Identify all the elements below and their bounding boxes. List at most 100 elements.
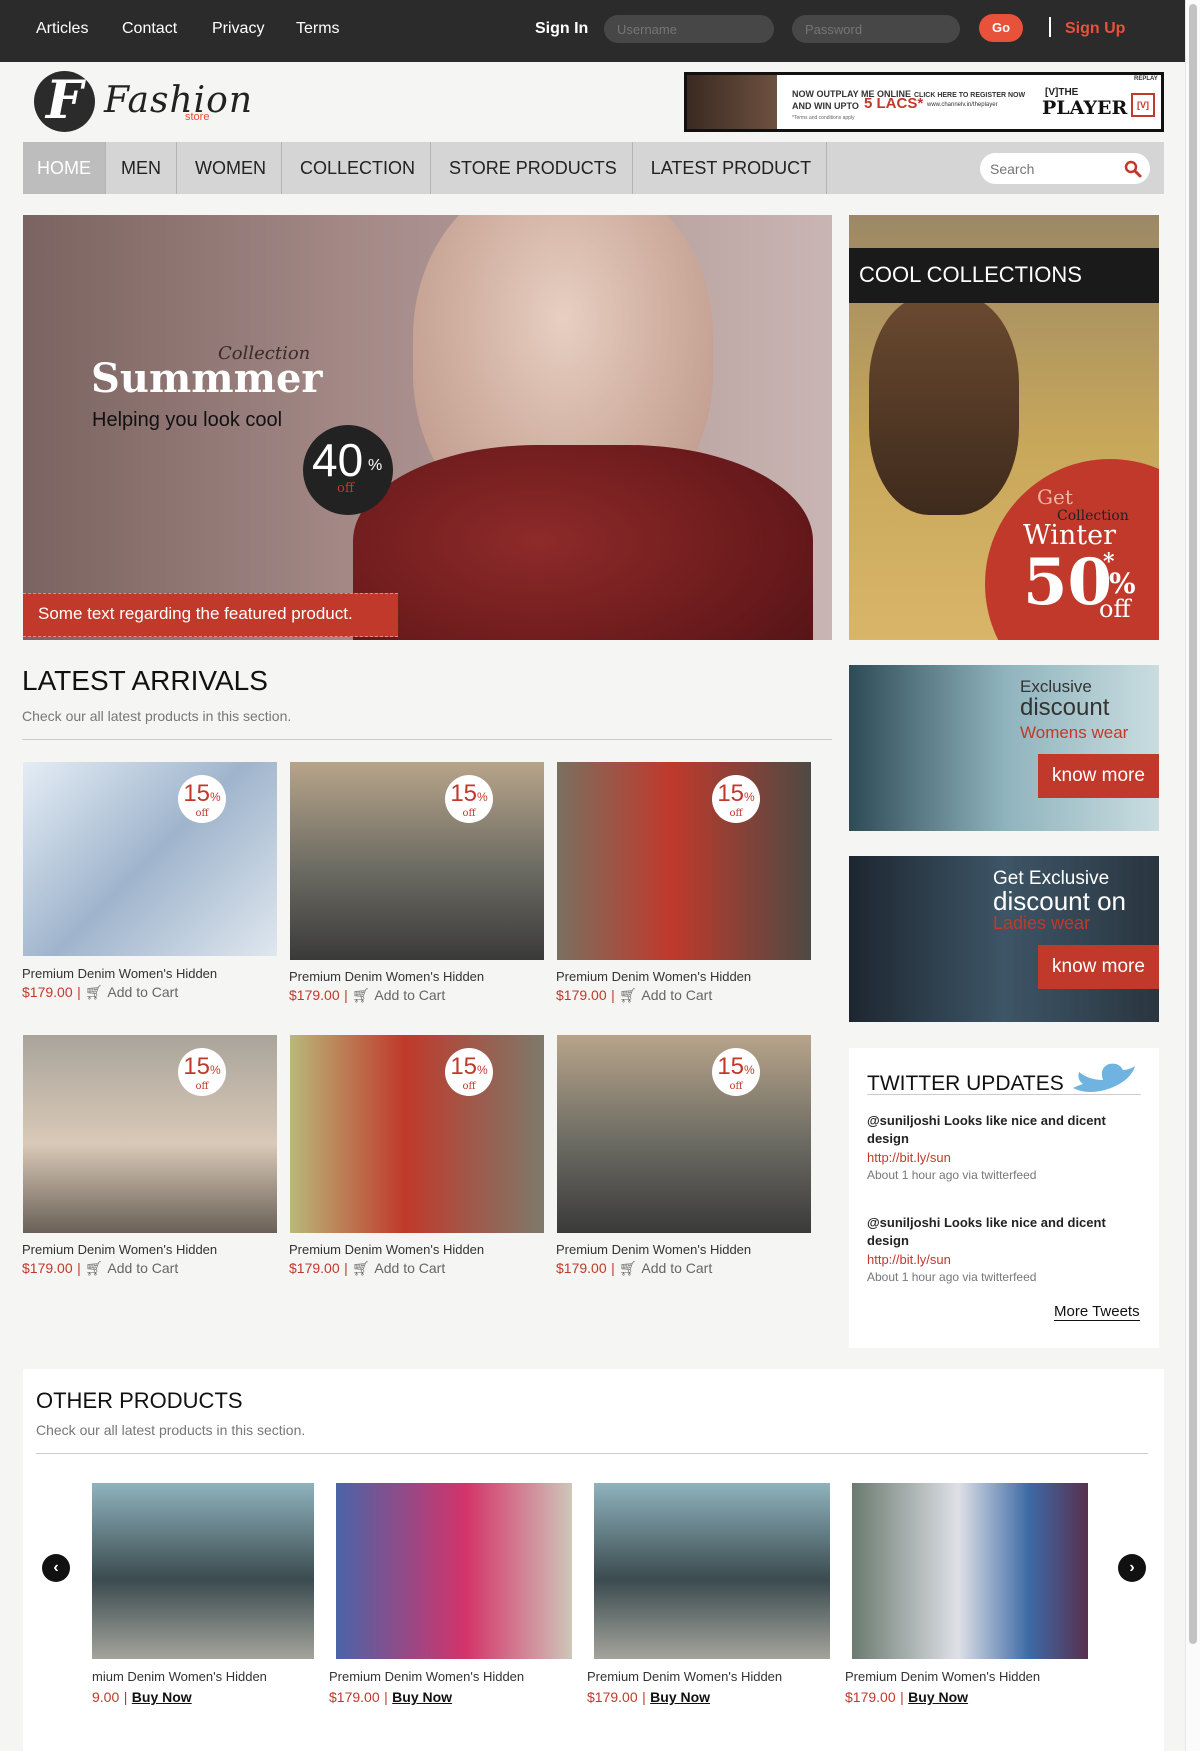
separator: | <box>344 987 348 1003</box>
product-name[interactable]: Premium Denim Women's Hidden <box>22 1242 217 1257</box>
know-more-button[interactable]: know more <box>1038 754 1159 798</box>
ad-banner[interactable]: NOW OUTPLAY ME ONLINE AND WIN UPTO 5 LAC… <box>684 72 1164 132</box>
carousel-next-button[interactable]: › <box>1118 1554 1146 1582</box>
product-name[interactable]: Premium Denim Women's Hidden <box>587 1669 782 1684</box>
buy-now-button[interactable]: Buy Now <box>132 1689 192 1705</box>
password-input[interactable] <box>792 15 960 43</box>
product-price: $179.00 <box>289 987 340 1003</box>
nav-link-contact[interactable]: Contact <box>122 20 177 38</box>
product-name[interactable]: Premium Denim Women's Hidden <box>22 966 217 981</box>
tweet-link[interactable]: http://bit.ly/sun <box>867 1150 951 1165</box>
add-to-cart-button[interactable]: Add to Cart <box>641 987 712 1003</box>
nav-link-terms[interactable]: Terms <box>296 20 340 38</box>
badge-pct: % <box>210 790 221 804</box>
cool-model-image <box>869 295 1019 515</box>
product-price-row: 9.00 | Buy Now <box>92 1689 192 1707</box>
other-product-image-4[interactable] <box>852 1483 1088 1659</box>
product-price-row: $179.00 | 🛒︎ Add to Cart <box>22 1260 178 1278</box>
logo-wordmark[interactable]: Fashion <box>104 80 253 121</box>
buy-now-button[interactable]: Buy Now <box>392 1689 452 1705</box>
promo-ladies-wear[interactable]: Get Exclusive discount on Ladies wear kn… <box>849 856 1159 1022</box>
more-tweets-link[interactable]: More Tweets <box>1054 1303 1140 1321</box>
nav-item-men[interactable]: MEN <box>106 142 177 194</box>
separator: | <box>611 987 615 1003</box>
ad-fine-print: *Terms and conditions apply <box>792 115 855 121</box>
buy-now-button[interactable]: Buy Now <box>908 1689 968 1705</box>
badge-value: 15 <box>717 1053 745 1080</box>
product-name[interactable]: Premium Denim Women's Hidden <box>289 969 484 984</box>
scrollbar-thumb[interactable] <box>1189 4 1197 1644</box>
hero-discount-pct: % <box>368 457 383 474</box>
nav-item-women[interactable]: WOMEN <box>177 142 282 194</box>
know-more-button[interactable]: know more <box>1038 945 1159 989</box>
nav-item-latest-product[interactable]: LATEST PRODUCT <box>633 142 828 194</box>
twitter-panel: TWITTER UPDATES @suniljoshi Looks like n… <box>849 1048 1159 1348</box>
add-to-cart-button[interactable]: Add to Cart <box>107 984 178 1000</box>
product-price-row: $179.00 | Buy Now <box>587 1689 710 1707</box>
product-name[interactable]: Premium Denim Women's Hidden <box>329 1669 524 1684</box>
nav-link-privacy[interactable]: Privacy <box>212 20 264 38</box>
badge-pct: % <box>477 1063 488 1077</box>
other-product-image-3[interactable] <box>594 1483 830 1659</box>
separator: | <box>611 1260 615 1276</box>
product-image-6[interactable] <box>557 1035 811 1233</box>
hero-caption: Some text regarding the featured product… <box>38 604 353 623</box>
search-icon[interactable] <box>1124 160 1142 178</box>
product-price-row: $179.00 | Buy Now <box>845 1689 968 1707</box>
badge-off: off <box>462 808 476 819</box>
cool-get: Get <box>1037 485 1073 509</box>
nav-item-collection[interactable]: COLLECTION <box>282 142 432 194</box>
nav-link-articles[interactable]: Articles <box>36 20 88 38</box>
product-name[interactable]: Premium Denim Women's Hidden <box>845 1669 1040 1684</box>
product-image-2[interactable] <box>290 762 544 960</box>
nav-item-home[interactable]: HOME <box>23 142 106 194</box>
carousel-prev-button[interactable]: ‹ <box>42 1554 70 1582</box>
divider <box>1049 17 1051 37</box>
badge-value: 15 <box>450 1053 478 1080</box>
product-image-5[interactable] <box>290 1035 544 1233</box>
discount-badge: 15% off <box>712 1048 760 1096</box>
discount-badge: 15% off <box>178 1048 226 1096</box>
promo-womens-wear[interactable]: Exclusive discount Womens wear know more <box>849 665 1159 831</box>
cart-icon: 🛒︎ <box>85 1260 103 1276</box>
product-price-row: $179.00 | Buy Now <box>329 1689 452 1707</box>
product-price-row: $179.00 | 🛒︎ Add to Cart <box>556 987 712 1005</box>
product-image-4[interactable] <box>23 1035 277 1233</box>
product-name[interactable]: mium Denim Women's Hidden <box>92 1669 267 1684</box>
product-price: 9.00 <box>92 1689 120 1705</box>
hero-tagline: Helping you look cool <box>92 409 283 431</box>
add-to-cart-button[interactable]: Add to Cart <box>374 1260 445 1276</box>
sign-up-link[interactable]: Sign Up <box>1065 20 1125 38</box>
nav-item-store-products[interactable]: STORE PRODUCTS <box>431 142 633 194</box>
ad-cta: CLICK HERE TO REGISTER NOW <box>914 92 1026 99</box>
twitter-title: TWITTER UPDATES <box>867 1072 1064 1095</box>
buy-now-button[interactable]: Buy Now <box>650 1689 710 1705</box>
product-image-3[interactable] <box>557 762 811 960</box>
badge-value: 15 <box>183 1053 211 1080</box>
add-to-cart-button[interactable]: Add to Cart <box>107 1260 178 1276</box>
tweet-link[interactable]: http://bit.ly/sun <box>867 1252 951 1267</box>
product-image-1[interactable] <box>23 762 277 956</box>
product-price: $179.00 <box>22 984 73 1000</box>
hero-banner[interactable]: Collection Summmer Helping you look cool… <box>23 215 832 640</box>
product-price-row: $179.00 | 🛒︎ Add to Cart <box>22 984 178 1002</box>
cool-off: off <box>1099 595 1131 623</box>
username-input[interactable] <box>604 15 774 43</box>
other-product-image-1[interactable] <box>92 1483 314 1659</box>
product-name[interactable]: Premium Denim Women's Hidden <box>556 1242 751 1257</box>
add-to-cart-button[interactable]: Add to Cart <box>374 987 445 1003</box>
discount-badge: 15% off <box>445 775 493 823</box>
badge-pct: % <box>744 790 755 804</box>
logo-icon[interactable]: F <box>34 71 95 132</box>
discount-badge: 15% off <box>445 1048 493 1096</box>
add-to-cart-button[interactable]: Add to Cart <box>641 1260 712 1276</box>
sign-in-label: Sign In <box>535 20 589 37</box>
cool-collections-banner[interactable]: COOL COLLECTIONS Get Collection Winter 5… <box>849 215 1159 640</box>
product-price: $179.00 <box>289 1260 340 1276</box>
product-price: $179.00 <box>587 1689 638 1705</box>
go-button[interactable]: Go <box>979 14 1023 42</box>
product-name[interactable]: Premium Denim Women's Hidden <box>556 969 751 984</box>
product-name[interactable]: Premium Denim Women's Hidden <box>289 1242 484 1257</box>
tweet-meta: About 1 hour ago via twitterfeed <box>867 1168 1037 1182</box>
other-product-image-2[interactable] <box>336 1483 572 1659</box>
